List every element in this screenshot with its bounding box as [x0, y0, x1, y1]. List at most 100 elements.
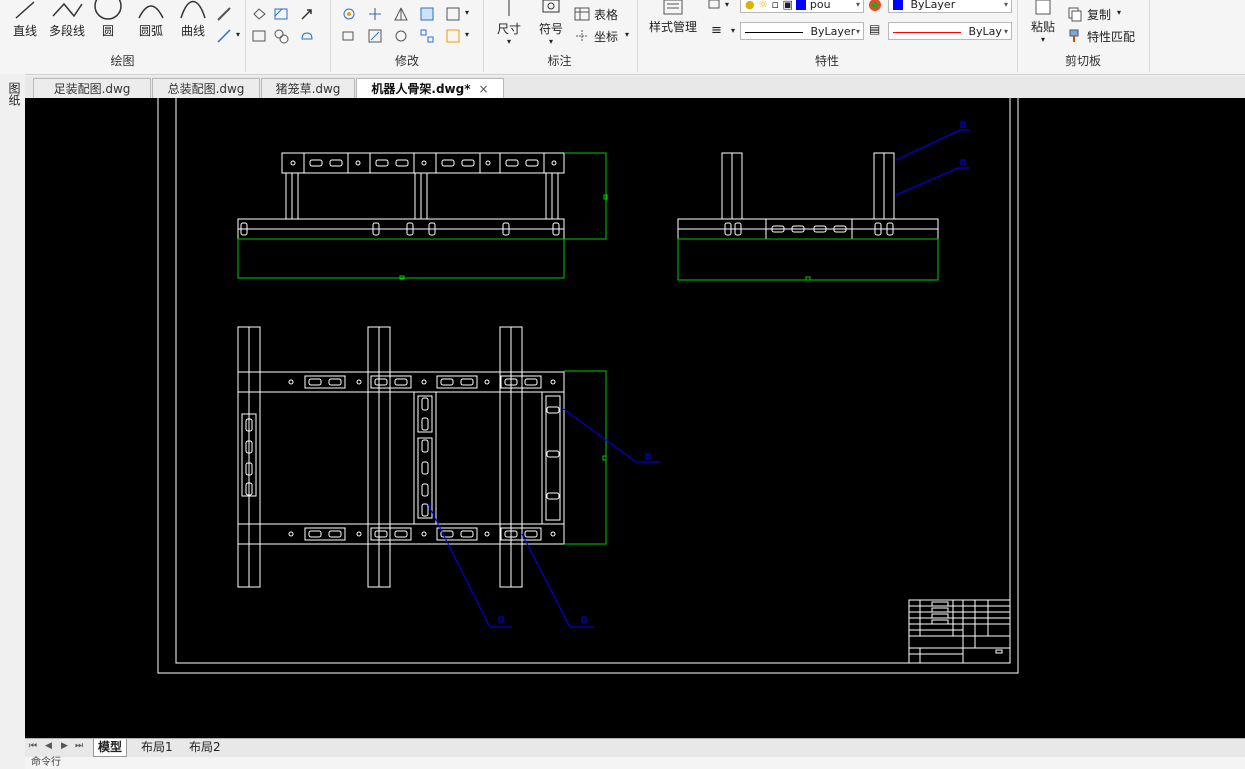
ray-icon[interactable] [216, 28, 232, 44]
file-tab-2-label: 猪笼草.dwg [275, 82, 341, 96]
paste-dropdown-icon[interactable]: ▾ [1025, 35, 1061, 44]
layout-tab-layout1[interactable]: 布局1 [137, 739, 177, 756]
rectangle-icon[interactable] [251, 28, 267, 44]
file-tab-0[interactable]: 足装配图.dwg [33, 78, 151, 99]
circle-button[interactable]: 圆 [92, 0, 124, 39]
last-tab-icon[interactable]: ⏭ [75, 741, 83, 751]
side-panel-label[interactable]: 图纸 [6, 82, 23, 106]
file-tab-3[interactable]: 机器人骨架.dwg* × [356, 78, 504, 99]
pencil-icon[interactable] [216, 6, 232, 22]
annotation-group: 尺寸 ▾ 符号 ▾ 表格 坐标 ▾ 标注 [482, 0, 638, 72]
next-tab-icon[interactable]: ▶ [61, 741, 68, 751]
hatch-icon[interactable] [273, 6, 289, 22]
mirror-icon[interactable] [393, 6, 409, 22]
side-view-boundary [677, 238, 939, 281]
copy-label[interactable]: 复制 [1087, 6, 1111, 23]
layer-manager-dropdown-icon[interactable]: ▾ [725, 0, 729, 9]
file-tab-1-label: 总装配图.dwg [167, 82, 245, 96]
boundary-icon[interactable] [273, 28, 289, 44]
layout-tab-layout2[interactable]: 布局2 [185, 739, 225, 756]
coordinate-label[interactable]: 坐标 [594, 28, 618, 45]
trim-icon[interactable] [367, 6, 383, 22]
layer-manager-icon[interactable] [707, 0, 723, 14]
offset-icon[interactable] [419, 6, 435, 22]
top-view-leaders[interactable] [427, 407, 660, 628]
curve-button[interactable]: 曲线 [174, 0, 212, 39]
explode-icon[interactable] [445, 6, 461, 22]
stretch-dropdown-icon[interactable]: ▾ [465, 30, 469, 39]
symbol-button[interactable]: 符号 ▾ [534, 0, 568, 46]
arc-icon [138, 5, 164, 19]
coordinate-dropdown-icon[interactable]: ▾ [625, 30, 629, 39]
drawing-svg[interactable] [25, 89, 1245, 738]
line-icon [15, 1, 35, 19]
paste-label: 粘贴 [1030, 20, 1055, 34]
copy-object-icon[interactable] [341, 28, 357, 44]
ray-dropdown-icon[interactable]: ▾ [236, 30, 240, 39]
title-block[interactable] [908, 599, 1011, 664]
dimension-dropdown-icon[interactable]: ▾ [492, 37, 526, 46]
top-view-boundary [564, 370, 607, 545]
table-label[interactable]: 表格 [594, 6, 618, 23]
coordinate-icon[interactable] [574, 28, 590, 44]
style-manager-button[interactable]: 样式管理 [643, 0, 703, 35]
scale-icon[interactable] [367, 28, 383, 44]
top-view[interactable] [237, 326, 565, 588]
color-wheel-icon[interactable] [867, 0, 883, 13]
front-view[interactable] [237, 152, 565, 240]
cloud-icon[interactable] [299, 28, 315, 44]
color-dropdown[interactable]: ByLayer ▾ [888, 0, 1012, 13]
linetype-dropdown[interactable]: ByLayer ▾ [740, 22, 864, 40]
file-tab-bar: 足装配图.dwg 总装配图.dwg 猪笼草.dwg 机器人骨架.dwg* × [25, 76, 1245, 99]
prev-tab-icon[interactable]: ◀ [45, 741, 52, 751]
move-icon[interactable] [341, 6, 357, 22]
style-manager-label: 样式管理 [648, 20, 697, 34]
table-icon[interactable] [574, 6, 590, 22]
paste-icon [1035, 0, 1051, 15]
array-icon[interactable] [419, 28, 435, 44]
linetype-sample [745, 31, 803, 33]
drawing-canvas[interactable] [25, 89, 1245, 738]
draw-group-title: 绘图 [110, 54, 135, 68]
lightbulb-icon: ● [745, 0, 755, 11]
match-properties-label[interactable]: 特性匹配 [1087, 28, 1135, 45]
layer-dropdown[interactable]: ● ☼ ▫ ▣ pou ▾ [740, 0, 864, 13]
polyline-label: 多段线 [48, 24, 85, 38]
circle-icon [94, 0, 122, 20]
symbol-icon [542, 0, 560, 13]
copy-icon[interactable] [1067, 6, 1083, 22]
color-dropdown-arrow-icon: ▾ [1003, 0, 1008, 9]
lineweight-menu-icon[interactable]: ≡ [711, 23, 722, 38]
command-line[interactable]: 命令行 [25, 757, 1245, 769]
pointer-icon[interactable] [299, 6, 315, 22]
close-tab-icon[interactable]: × [479, 82, 489, 96]
file-tab-1[interactable]: 总装配图.dwg [152, 78, 260, 99]
symbol-dropdown-icon[interactable]: ▾ [534, 37, 568, 46]
layer-dropdown-arrow-icon: ▾ [855, 0, 860, 9]
file-tab-3-label: 机器人骨架.dwg* [371, 82, 471, 96]
region-icon[interactable] [251, 6, 267, 22]
file-tab-2[interactable]: 猪笼草.dwg [261, 78, 355, 99]
dimension-button[interactable]: 尺寸 ▾ [492, 0, 526, 46]
side-view-leaders[interactable] [895, 121, 970, 196]
rotate-icon[interactable] [393, 28, 409, 44]
polyline-button[interactable]: 多段线 [44, 0, 90, 39]
lineweight-menu-dropdown-icon[interactable]: ▾ [731, 26, 735, 35]
layout-tab-model[interactable]: 模型 [93, 739, 128, 757]
line-button[interactable]: 直线 [8, 0, 42, 39]
explode-dropdown-icon[interactable]: ▾ [465, 8, 469, 17]
dimension-icon [508, 0, 510, 16]
clipboard-group-title: 剪切板 [1064, 54, 1101, 68]
linetype-value: ByLayer [810, 25, 856, 38]
paste-button[interactable]: 粘贴 ▾ [1025, 0, 1061, 44]
first-tab-icon[interactable]: ⏮ [29, 741, 37, 751]
copy-dropdown-icon[interactable]: ▾ [1117, 8, 1121, 17]
lineweight-dropdown[interactable]: ByLay ▾ [888, 22, 1012, 40]
side-view[interactable] [677, 152, 939, 240]
lineweight-icon[interactable]: ▤ [869, 22, 880, 36]
lineweight-dropdown-arrow-icon: ▾ [1003, 27, 1008, 36]
arc-button[interactable]: 圆弧 [132, 0, 170, 39]
clipboard-group: 粘贴 ▾ 复制 ▾ 特性匹配 剪切板 [1017, 0, 1150, 72]
stretch-icon[interactable] [445, 28, 461, 44]
match-properties-icon[interactable] [1067, 28, 1083, 44]
